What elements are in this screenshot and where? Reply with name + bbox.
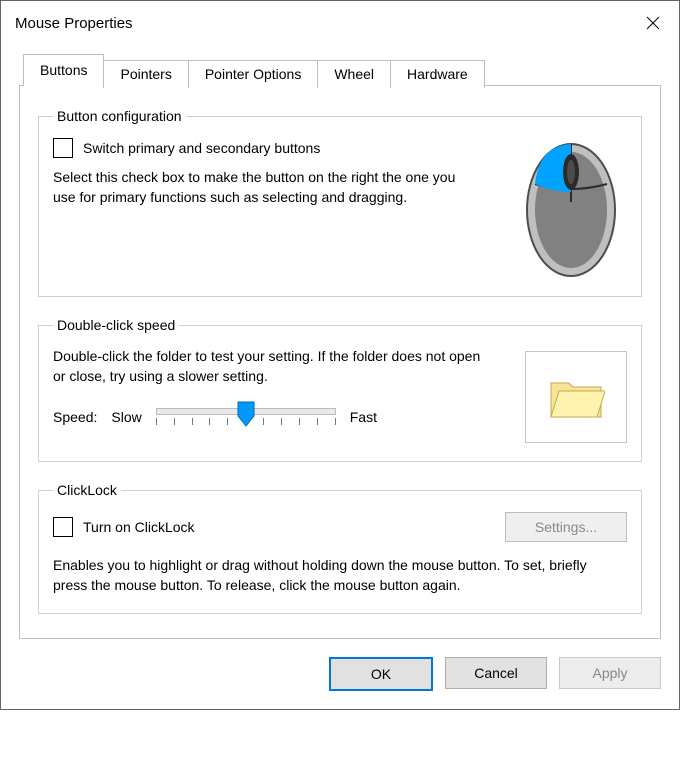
double-click-speed-group: Double-click speed Double-click the fold… <box>38 317 642 462</box>
button-configuration-legend: Button configuration <box>53 108 186 124</box>
speed-slider[interactable] <box>156 400 336 434</box>
close-icon <box>645 15 661 31</box>
tab-pointers[interactable]: Pointers <box>103 60 188 88</box>
speed-slow-label: Slow <box>111 409 141 425</box>
tab-wheel[interactable]: Wheel <box>317 60 391 88</box>
double-click-description: Double-click the folder to test your set… <box>53 347 483 386</box>
double-click-test-folder[interactable] <box>525 351 627 443</box>
clicklock-settings-button[interactable]: Settings... <box>505 512 627 542</box>
speed-fast-label: Fast <box>350 409 377 425</box>
tab-area: Buttons Pointers Pointer Options Wheel H… <box>19 53 661 639</box>
switch-buttons-checkbox[interactable] <box>53 138 73 158</box>
clicklock-label: Turn on ClickLock <box>83 519 195 535</box>
button-configuration-group: Button configuration Switch primary and … <box>38 108 642 297</box>
tab-panel-buttons: Button configuration Switch primary and … <box>19 85 661 639</box>
cancel-button[interactable]: Cancel <box>445 657 547 689</box>
clicklock-legend: ClickLock <box>53 482 121 498</box>
close-button[interactable] <box>639 9 667 37</box>
ok-button[interactable]: OK <box>329 657 433 691</box>
tab-pointer-options[interactable]: Pointer Options <box>188 60 319 88</box>
folder-icon <box>547 373 605 421</box>
titlebar: Mouse Properties <box>1 1 679 47</box>
button-configuration-description: Select this check box to make the button… <box>53 168 473 207</box>
switch-buttons-label: Switch primary and secondary buttons <box>83 140 320 156</box>
clicklock-description: Enables you to highlight or drag without… <box>53 556 613 595</box>
double-click-speed-legend: Double-click speed <box>53 317 179 333</box>
tab-hardware[interactable]: Hardware <box>390 60 485 88</box>
clicklock-group: ClickLock Turn on ClickLock Settings... … <box>38 482 642 614</box>
tab-buttons[interactable]: Buttons <box>23 54 104 86</box>
clicklock-checkbox[interactable] <box>53 517 73 537</box>
tab-row: Buttons Pointers Pointer Options Wheel H… <box>23 53 661 85</box>
mouse-properties-dialog: Mouse Properties Buttons Pointers Pointe… <box>0 0 680 710</box>
speed-label: Speed: <box>53 409 97 425</box>
apply-button[interactable]: Apply <box>559 657 661 689</box>
window-title: Mouse Properties <box>15 15 133 32</box>
dialog-button-row: OK Cancel Apply <box>1 639 679 709</box>
mouse-icon <box>515 138 627 278</box>
slider-thumb[interactable] <box>235 400 257 431</box>
